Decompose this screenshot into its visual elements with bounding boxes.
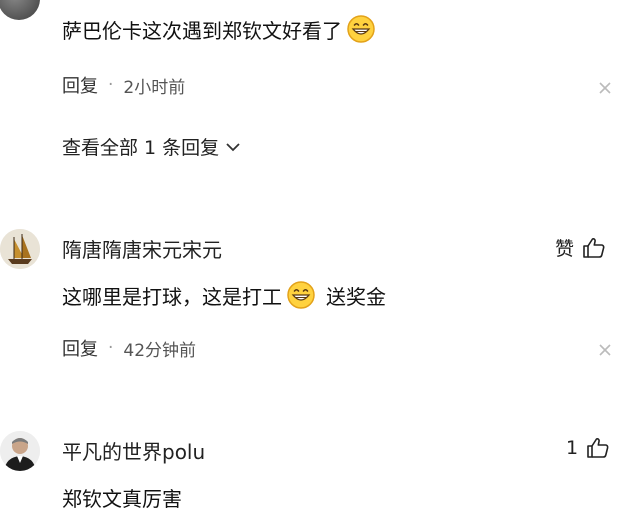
avatar[interactable] (0, 431, 40, 471)
grinning-face-icon (347, 15, 375, 43)
comment-text: 郑钦文真厉害 (62, 483, 182, 512)
avatar[interactable] (0, 229, 40, 269)
grinning-face-icon (287, 281, 315, 309)
like-button[interactable]: 1 (566, 436, 610, 460)
avatar[interactable] (0, 0, 40, 20)
reply-button[interactable]: 回复 (62, 335, 98, 361)
view-all-replies-label: 查看全部 1 条回复 (62, 137, 220, 159)
ship-avatar-icon (0, 229, 40, 269)
timestamp: 2小时前 (123, 77, 186, 98)
view-all-replies-button[interactable]: 查看全部 1 条回复 (62, 133, 241, 160)
separator-dot: · (108, 338, 114, 358)
comment-text-after: 送奖金 (326, 284, 386, 309)
person-avatar-icon (0, 431, 40, 471)
comment-meta: 回复 · 42分钟前 (62, 335, 196, 361)
timestamp: 42分钟前 (123, 340, 197, 361)
username[interactable]: 平凡的世界polu (62, 436, 205, 465)
username[interactable]: 隋唐隋唐宋元宋元 (62, 234, 222, 263)
like-button[interactable]: 赞 (555, 234, 606, 261)
comment-text-body: 郑钦文真厉害 (62, 487, 182, 511)
close-icon[interactable] (598, 343, 612, 357)
close-icon[interactable] (598, 81, 612, 95)
comment-text-before: 这哪里是打球，这是打工 (62, 284, 282, 309)
separator-dot: · (108, 75, 114, 95)
comment-text: 这哪里是打球，这是打工 送奖金 (62, 280, 386, 310)
chevron-down-icon (226, 142, 240, 151)
like-count: 1 (566, 437, 579, 459)
comment-meta: 回复 · 2小时前 (62, 72, 185, 98)
thumbs-up-icon (587, 438, 609, 458)
like-label: 赞 (555, 238, 575, 260)
thumbs-up-icon (583, 237, 605, 258)
reply-button[interactable]: 回复 (62, 72, 98, 98)
comment-text-body: 萨巴伦卡这次遇到郑钦文好看了 (62, 18, 342, 43)
comment-text: 萨巴伦卡这次遇到郑钦文好看了 (62, 14, 380, 44)
